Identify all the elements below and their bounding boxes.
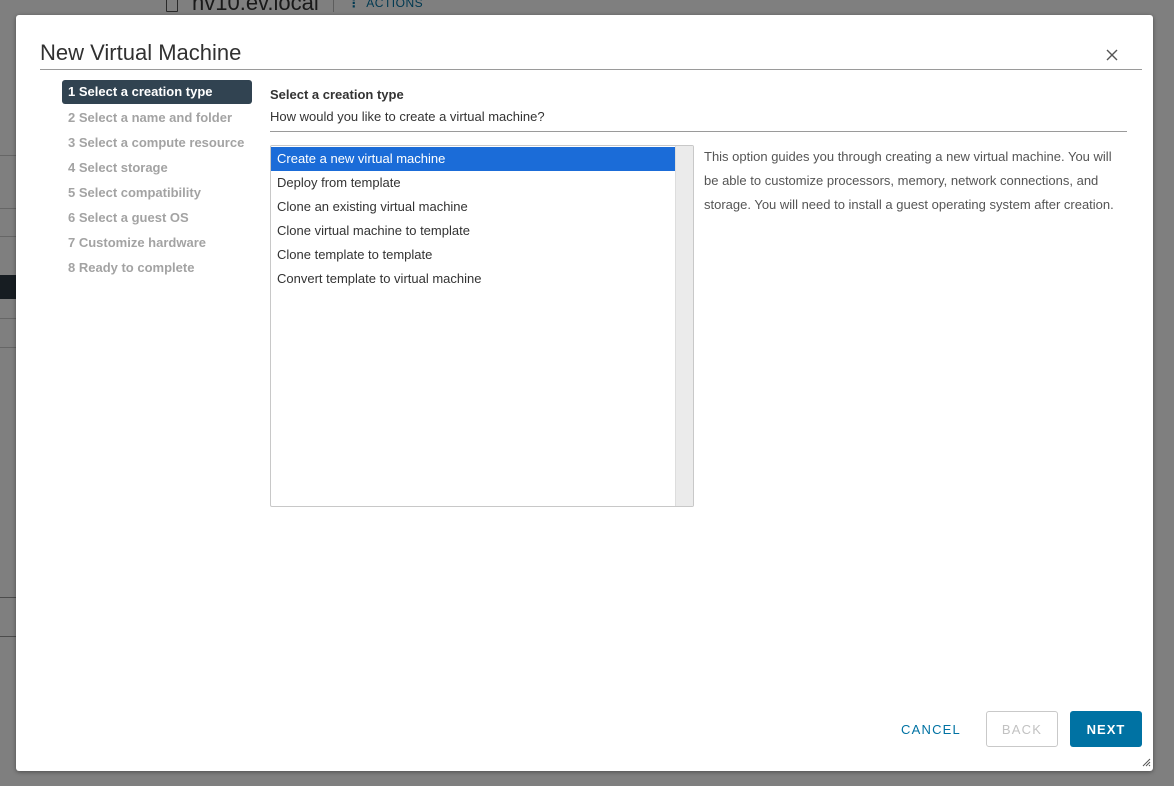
step-select-creation-type[interactable]: 1 Select a creation type (62, 80, 252, 104)
creation-type-list[interactable]: Create a new virtual machine Deploy from… (270, 145, 694, 507)
title-divider (40, 69, 1142, 70)
step-customize-hardware: 7 Customize hardware (68, 235, 206, 250)
creation-type-options: Create a new virtual machine Deploy from… (271, 147, 676, 291)
section-subtitle: How would you like to create a virtual m… (270, 109, 545, 124)
list-scrollbar[interactable] (675, 146, 693, 506)
step-select-guest-os: 6 Select a guest OS (68, 210, 189, 225)
wizard-steps: 1 Select a creation type 2 Select a name… (62, 80, 252, 280)
section-divider (270, 131, 1127, 132)
dialog-title: New Virtual Machine (40, 40, 242, 65)
step-select-storage: 4 Select storage (68, 160, 168, 175)
option-clone-template-to-template[interactable]: Clone template to template (271, 243, 676, 267)
back-button[interactable]: BACK (986, 711, 1058, 747)
step-select-name-and-folder: 2 Select a name and folder (68, 110, 233, 125)
cancel-button[interactable]: CANCEL (888, 711, 974, 747)
next-button[interactable]: NEXT (1070, 711, 1142, 747)
option-deploy-from-template[interactable]: Deploy from template (271, 171, 676, 195)
option-clone-existing-vm[interactable]: Clone an existing virtual machine (271, 195, 676, 219)
section-title: Select a creation type (270, 87, 404, 102)
step-select-compute-resource: 3 Select a compute resource (68, 135, 245, 150)
step-select-compatibility: 5 Select compatibility (68, 185, 201, 200)
option-convert-template-to-vm[interactable]: Convert template to virtual machine (271, 267, 676, 291)
option-create-new-vm[interactable]: Create a new virtual machine (271, 147, 676, 171)
close-icon (1106, 49, 1118, 61)
new-vm-dialog: New Virtual Machine 1 Select a creation … (16, 15, 1153, 771)
step-ready-to-complete: 8 Ready to complete (68, 260, 195, 275)
option-clone-vm-to-template[interactable]: Clone virtual machine to template (271, 219, 676, 243)
close-button[interactable] (1102, 45, 1122, 65)
resize-grip-icon[interactable] (1141, 757, 1151, 767)
option-description: This option guides you through creating … (704, 149, 1114, 212)
